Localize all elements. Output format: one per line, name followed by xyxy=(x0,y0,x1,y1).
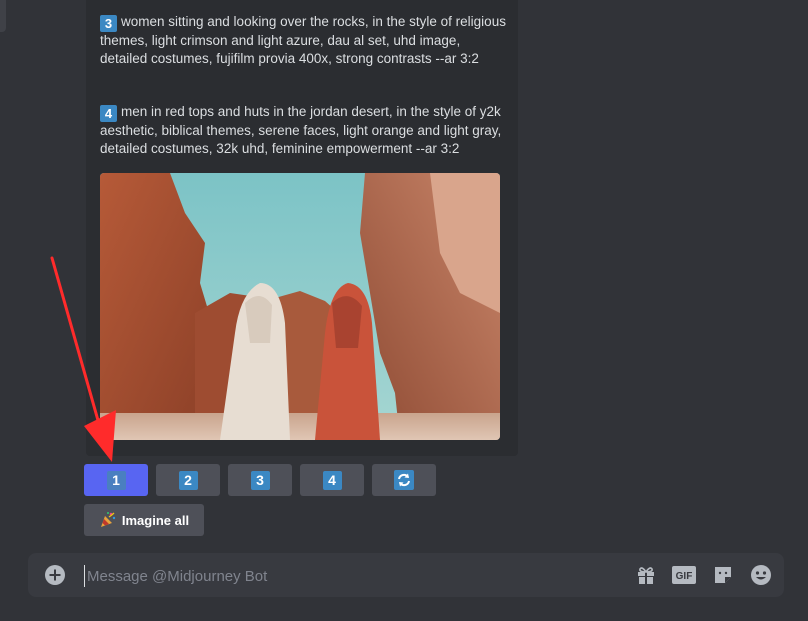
imagine-all-label: Imagine all xyxy=(121,512,190,528)
gift-button[interactable] xyxy=(634,564,658,586)
message-input[interactable] xyxy=(84,565,609,587)
upscale-2-button[interactable]: 2 xyxy=(156,464,220,496)
counterclockwise-arrows-icon xyxy=(394,470,414,490)
keycap-1-icon: 1 xyxy=(106,470,126,490)
keycap-4-icon: 4 xyxy=(322,470,342,490)
gif-button[interactable]: GIF xyxy=(672,564,696,586)
reroll-button[interactable] xyxy=(372,464,436,496)
upscale-4-button[interactable]: 4 xyxy=(300,464,364,496)
emoji-icon xyxy=(751,565,771,585)
sticker-button[interactable] xyxy=(711,564,735,586)
prompt-4-text: men in red tops and huts in the jordan d… xyxy=(100,104,502,156)
prompt-4: 4 men in red tops and huts in the jordan … xyxy=(100,103,510,158)
party-popper-icon xyxy=(100,512,116,527)
keycap-3-icon: 3 xyxy=(100,15,117,32)
svg-text:GIF: GIF xyxy=(676,571,693,582)
scrollbar-track xyxy=(0,0,6,32)
imagine-all-button[interactable]: Imagine all xyxy=(84,504,204,536)
prompt-3-text: women sitting and looking over the rocks… xyxy=(100,14,506,66)
gift-icon xyxy=(638,567,654,584)
generated-image[interactable] xyxy=(100,173,500,440)
sticker-icon xyxy=(715,567,731,583)
keycap-3-icon: 3 xyxy=(250,470,270,490)
red-arrow-annotation xyxy=(50,256,116,462)
message-composer: GIF xyxy=(28,553,784,597)
keycap-4-icon: 4 xyxy=(100,105,117,122)
desert-canyon-image xyxy=(100,173,500,440)
gif-icon: GIF xyxy=(672,566,696,584)
prompt-3: 3 women sitting and looking over the rock… xyxy=(100,13,510,68)
upscale-3-button[interactable]: 3 xyxy=(228,464,292,496)
add-icon[interactable] xyxy=(44,564,66,586)
emoji-button[interactable] xyxy=(749,564,773,586)
keycap-2-icon: 2 xyxy=(178,470,198,490)
